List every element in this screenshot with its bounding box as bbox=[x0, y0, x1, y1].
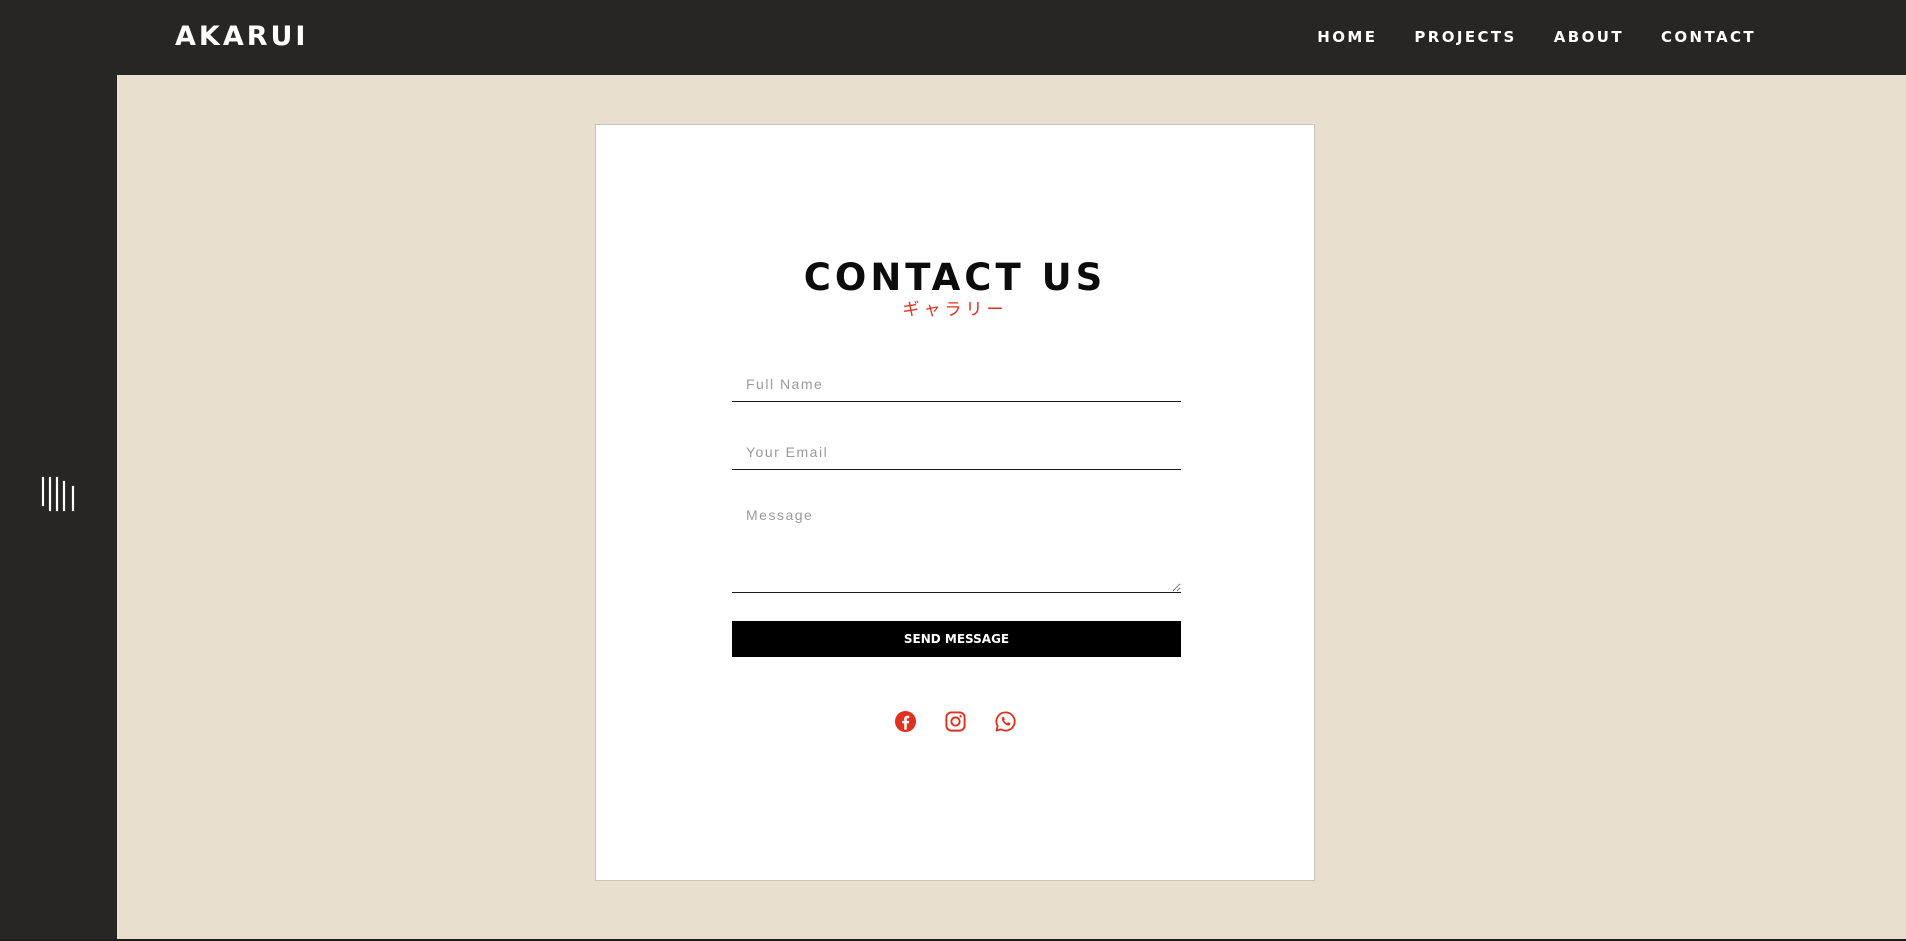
nav-projects[interactable]: PROJECTS bbox=[1414, 27, 1516, 47]
facebook-icon[interactable] bbox=[894, 710, 917, 733]
full-name-input[interactable] bbox=[732, 366, 1181, 402]
message-textarea[interactable] bbox=[732, 497, 1181, 593]
instagram-icon[interactable] bbox=[944, 710, 967, 733]
main-nav: HOME PROJECTS ABOUT CONTACT bbox=[1317, 27, 1756, 47]
page-subtitle: ギャラリー bbox=[902, 300, 1008, 320]
nav-home[interactable]: HOME bbox=[1317, 27, 1377, 47]
main-content: CONTACT US ギャラリー SEND MESSAGE bbox=[117, 75, 1906, 939]
sidebar bbox=[0, 75, 117, 941]
top-navbar: AKARUI HOME PROJECTS ABOUT CONTACT bbox=[0, 0, 1906, 75]
email-input[interactable] bbox=[732, 435, 1181, 470]
social-links bbox=[596, 710, 1314, 733]
contact-card: CONTACT US ギャラリー SEND MESSAGE bbox=[595, 124, 1315, 881]
nav-contact[interactable]: CONTACT bbox=[1661, 27, 1756, 47]
whatsapp-icon[interactable] bbox=[994, 710, 1017, 733]
site-logo[interactable]: AKARUI bbox=[175, 19, 308, 55]
send-message-button[interactable]: SEND MESSAGE bbox=[732, 621, 1181, 657]
page-title: CONTACT US bbox=[803, 256, 1107, 299]
nav-about[interactable]: ABOUT bbox=[1554, 27, 1624, 47]
vertical-bars-icon[interactable] bbox=[40, 476, 78, 512]
